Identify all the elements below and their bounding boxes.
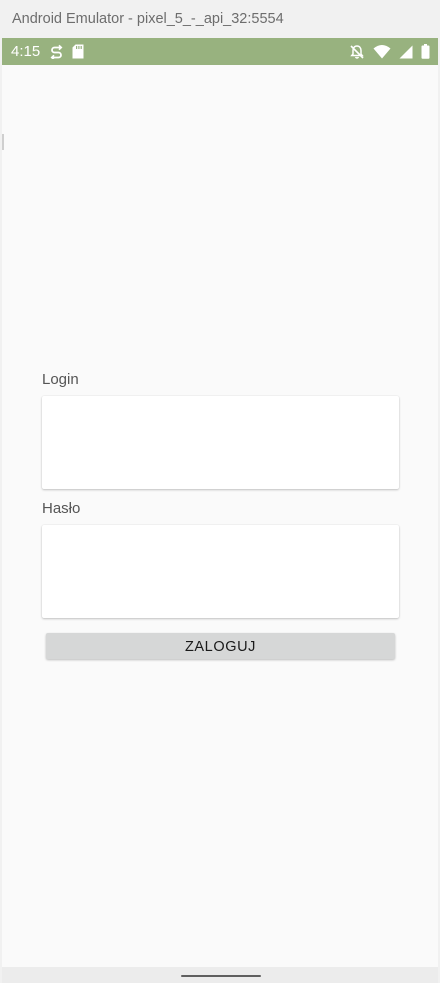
cellular-signal-icon [399,45,413,59]
status-left-icons [50,43,84,60]
window-edge [2,134,4,150]
device-screen: 4:15 Login Hasło ZALOGUJ [2,38,438,983]
password-field[interactable] [42,525,399,618]
wifi-icon [373,44,391,59]
sd-card-icon [72,44,84,59]
login-field[interactable] [42,396,399,489]
status-right-icons [349,43,430,60]
login-button[interactable]: ZALOGUJ [46,633,395,659]
navigation-bar [2,967,438,983]
login-label: Login [42,371,79,388]
status-bar: 4:15 [2,38,438,65]
battery-icon [421,44,430,59]
emulator-window: Android Emulator - pixel_5_-_api_32:5554… [0,0,440,983]
password-input[interactable] [42,525,399,618]
gesture-handle[interactable] [181,975,261,977]
login-input[interactable] [42,396,399,489]
password-label: Hasło [42,500,81,517]
notifications-off-icon [349,44,365,60]
sync-icon [50,44,63,59]
window-title: Android Emulator - pixel_5_-_api_32:5554 [0,0,440,38]
status-time: 4:15 [11,43,41,60]
